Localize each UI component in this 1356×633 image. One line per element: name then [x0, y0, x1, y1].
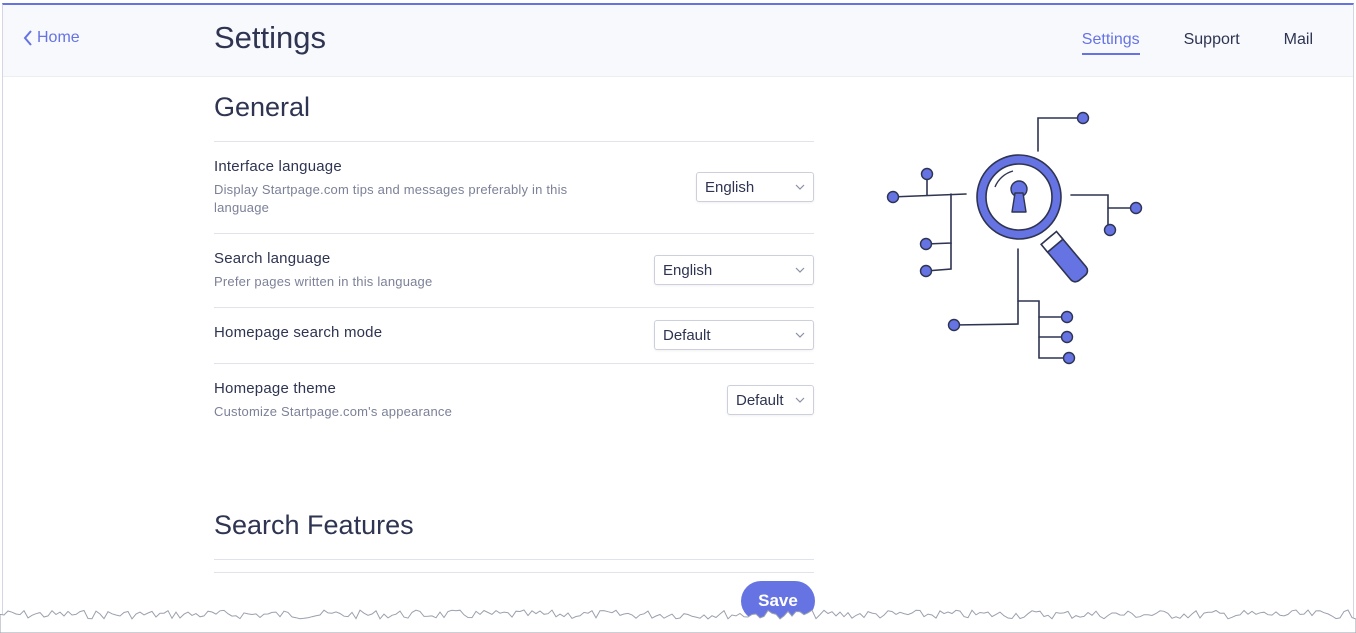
- divider: [214, 141, 814, 142]
- setting-interface-language: Interface language Display Startpage.com…: [214, 158, 814, 230]
- select-value: English: [663, 261, 713, 279]
- select-value: Default: [663, 326, 711, 344]
- select-value: Default: [736, 391, 784, 409]
- homepage-search-mode-select[interactable]: Default: [654, 320, 814, 350]
- setting-description: Display Startpage.com tips and messages …: [214, 182, 568, 215]
- divider: [214, 572, 814, 573]
- back-home-link[interactable]: Home: [23, 29, 80, 47]
- magnifier-keyhole-network-illustration: [886, 111, 1143, 365]
- chevron-down-icon: [795, 332, 805, 338]
- chevron-left-icon: [23, 30, 32, 46]
- nav-settings[interactable]: Settings: [1081, 31, 1140, 55]
- chevron-down-icon: [795, 397, 805, 403]
- divider: [214, 233, 814, 234]
- top-navigation: Settings Support Mail: [1081, 31, 1313, 55]
- setting-label: Homepage theme: [214, 380, 337, 397]
- setting-description: Customize Startpage.com's appearance: [214, 404, 453, 419]
- chevron-down-icon: [795, 184, 805, 190]
- homepage-theme-select[interactable]: Default: [727, 385, 814, 415]
- torn-paper-edge: [0, 609, 1356, 633]
- divider: [214, 559, 814, 560]
- divider: [214, 307, 814, 308]
- setting-search-language: Search language Prefer pages written in …: [214, 250, 814, 306]
- interface-language-select[interactable]: English: [696, 172, 814, 202]
- select-value: English: [705, 178, 755, 196]
- app-window: Home Settings Settings Support Mail Gene…: [2, 3, 1354, 630]
- section-title-general: General: [214, 92, 311, 122]
- back-home-label: Home: [37, 29, 80, 46]
- chevron-down-icon: [795, 267, 805, 273]
- setting-description: Prefer pages written in this language: [214, 274, 433, 289]
- nav-mail[interactable]: Mail: [1284, 31, 1313, 55]
- page-title: Settings: [214, 20, 327, 55]
- setting-homepage-search-mode: Homepage search mode Default: [214, 320, 814, 364]
- search-language-select[interactable]: English: [654, 255, 814, 285]
- setting-homepage-theme: Homepage theme Customize Startpage.com's…: [214, 380, 814, 436]
- nav-support[interactable]: Support: [1184, 31, 1240, 55]
- section-title-search-features: Search Features: [214, 510, 414, 540]
- top-header: Home Settings Settings Support Mail: [3, 5, 1353, 77]
- divider: [214, 363, 814, 364]
